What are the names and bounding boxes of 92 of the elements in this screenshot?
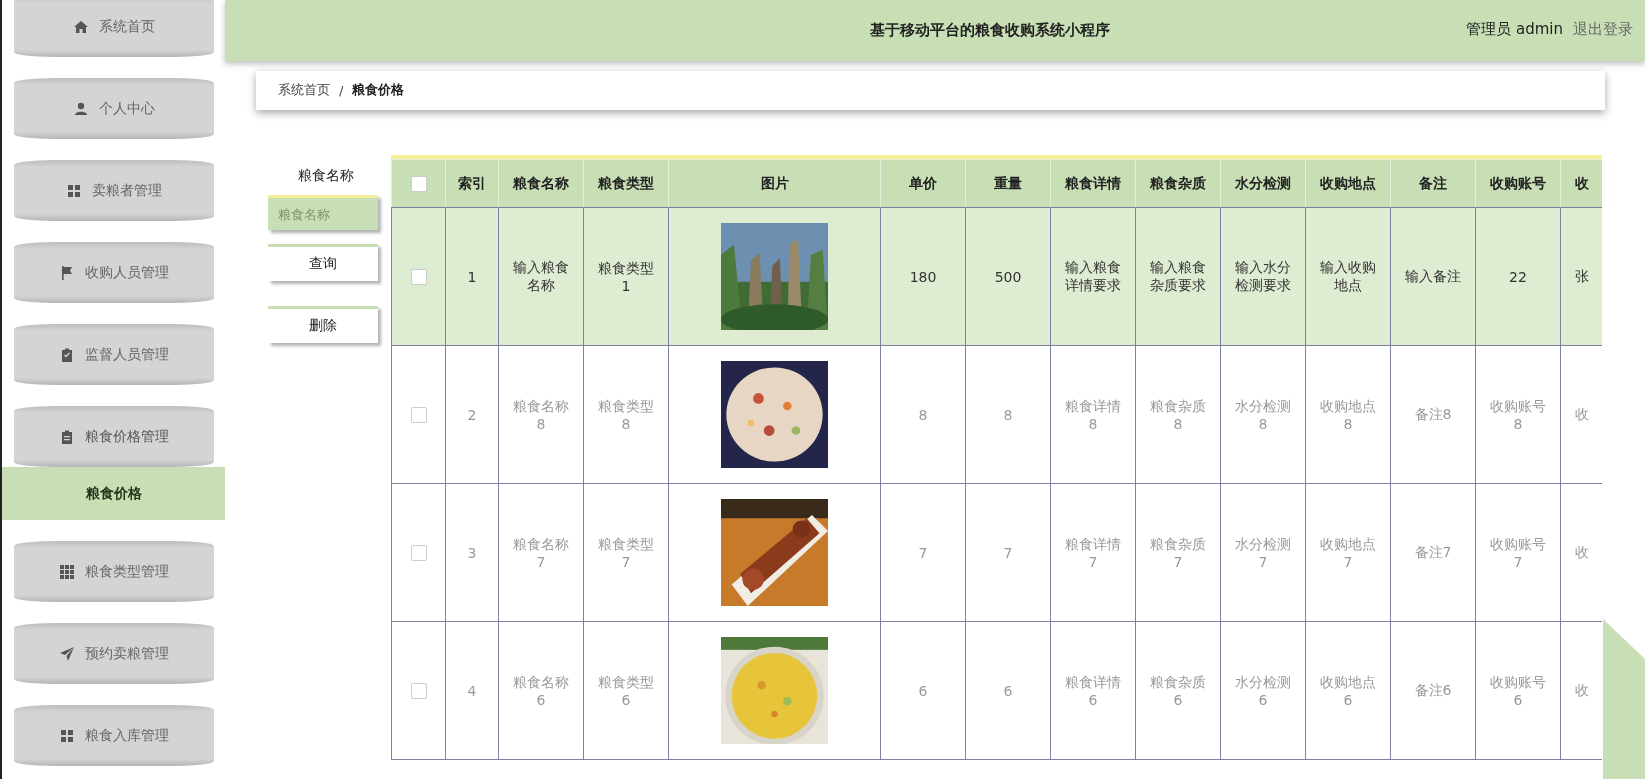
column-header: 图片 (668, 159, 881, 208)
search-button[interactable]: 查询 (268, 244, 378, 281)
breadcrumb-separator: / (339, 82, 344, 98)
apps-icon (58, 563, 75, 580)
table-cell: 输入粮食名称 (498, 207, 584, 346)
table-cell: 粮食类型8 (583, 345, 669, 484)
table-cell: 输入收购地点 (1305, 207, 1391, 346)
checkbox[interactable] (410, 545, 427, 561)
table-cell: 7 (880, 483, 966, 622)
table-cell: 粮食名称7 (498, 483, 584, 622)
sidebar-item[interactable]: 收购人员管理 (13, 242, 214, 303)
delete-button[interactable]: 删除 (268, 306, 378, 343)
column-header: 收 (1560, 159, 1602, 208)
sidebar-item[interactable]: 粮食入库管理 (13, 705, 214, 766)
table-cell: 收 (1560, 483, 1602, 622)
column-header: 粮食类型 (583, 159, 669, 208)
table-cell: 粮食杂质8 (1135, 345, 1221, 484)
sidebar-item[interactable]: 系统首页 (13, 0, 214, 57)
grid-icon (65, 182, 82, 199)
user-icon (72, 100, 89, 117)
column-header: 单价 (880, 159, 966, 208)
table-cell: 粮食类型6 (583, 621, 669, 760)
logout-link[interactable]: 退出登录 (1573, 20, 1633, 39)
table-cell: 8 (965, 345, 1051, 484)
column-header: 索引 (445, 159, 499, 208)
table-cell: 粮食类型1 (583, 207, 669, 346)
column-header: 水分检测 (1220, 159, 1306, 208)
table-cell: 粮食杂质6 (1135, 621, 1221, 760)
table-cell: 22 (1475, 207, 1561, 346)
checkbox[interactable] (410, 269, 427, 285)
column-header: 粮食名称 (498, 159, 584, 208)
submenu-item[interactable]: 粮食价格 (2, 467, 225, 520)
home-icon (72, 18, 89, 35)
table-cell: 输入备注 (1390, 207, 1476, 346)
table-cell: 4 (445, 621, 499, 760)
table-cell: 3 (445, 483, 499, 622)
table-cell: 输入粮食杂质要求 (1135, 207, 1221, 346)
table-cell: 水分检测6 (1220, 621, 1306, 760)
checkbox[interactable] (410, 683, 427, 699)
column-header: 粮食杂质 (1135, 159, 1221, 208)
column-header: 收购账号 (1475, 159, 1561, 208)
column-header: 备注 (1390, 159, 1476, 208)
table-cell: 粮食详情6 (1050, 621, 1136, 760)
table-cell: 收 (1560, 345, 1602, 484)
table-cell: 水分检测8 (1220, 345, 1306, 484)
table-cell: 2 (445, 345, 499, 484)
field-label: 粮食名称 (296, 166, 355, 185)
table-cell: 收购地点7 (1305, 483, 1391, 622)
user-name: 管理员 admin (1466, 20, 1563, 39)
table-cell: 粮食名称6 (498, 621, 584, 760)
table-cell: 粮食杂质7 (1135, 483, 1221, 622)
table-cell: 收购账号6 (1475, 621, 1561, 760)
table-cell: 粮食详情8 (1050, 345, 1136, 484)
table-cell: 输入粮食详情要求 (1050, 207, 1136, 346)
table-cell: 6 (880, 621, 966, 760)
sidebar-item[interactable]: 个人中心 (13, 78, 214, 139)
app-title: 基于移动平台的粮食收购系统小程序 (870, 20, 1110, 40)
table-cell: 备注8 (1390, 345, 1476, 484)
breadcrumb-item[interactable]: 粮食价格 (352, 81, 405, 100)
table-cell: 收购账号7 (1475, 483, 1561, 622)
table-cell: 粮食详情7 (1050, 483, 1136, 622)
table-cell: 6 (965, 621, 1051, 760)
column-header: 重量 (965, 159, 1051, 208)
search-field[interactable]: 粮食名称 (268, 195, 378, 230)
sidebar-item[interactable]: 卖粮者管理 (13, 160, 214, 221)
table-cell: 7 (965, 483, 1051, 622)
table-cell: 8 (880, 345, 966, 484)
table-cell: 1 (445, 207, 499, 346)
table-cell: 收 (1560, 621, 1602, 760)
table-cell: 收购地点6 (1305, 621, 1391, 760)
table-cell: 粮食类型7 (583, 483, 669, 622)
table-cell: 收购地点8 (1305, 345, 1391, 484)
breadcrumb-item[interactable]: 系统首页 (278, 81, 330, 100)
checkbox[interactable] (410, 407, 427, 423)
sidebar-item[interactable]: 粮食价格管理 (13, 406, 214, 467)
table-cell: 水分检测7 (1220, 483, 1306, 622)
send-icon (58, 645, 75, 662)
table-cell: 输入水分检测要求 (1220, 207, 1306, 346)
sidebar-item[interactable]: 预约卖粮管理 (13, 623, 214, 684)
sidebar-item[interactable]: 粮食类型管理 (13, 541, 214, 602)
sidebar-item[interactable]: 监督人员管理 (13, 324, 214, 385)
grid-icon (58, 727, 75, 744)
table-cell: 收购账号8 (1475, 345, 1561, 484)
table-cell: 张 (1560, 207, 1602, 346)
table-cell: 500 (965, 207, 1051, 346)
table-cell: 粮食名称8 (498, 345, 584, 484)
column-header: 粮食详情 (1050, 159, 1136, 208)
table-cell: 180 (880, 207, 966, 346)
checkbox[interactable] (410, 176, 427, 192)
column-header: 收购地点 (1305, 159, 1391, 208)
table-cell: 备注6 (1390, 621, 1476, 760)
table-cell: 备注7 (1390, 483, 1476, 622)
